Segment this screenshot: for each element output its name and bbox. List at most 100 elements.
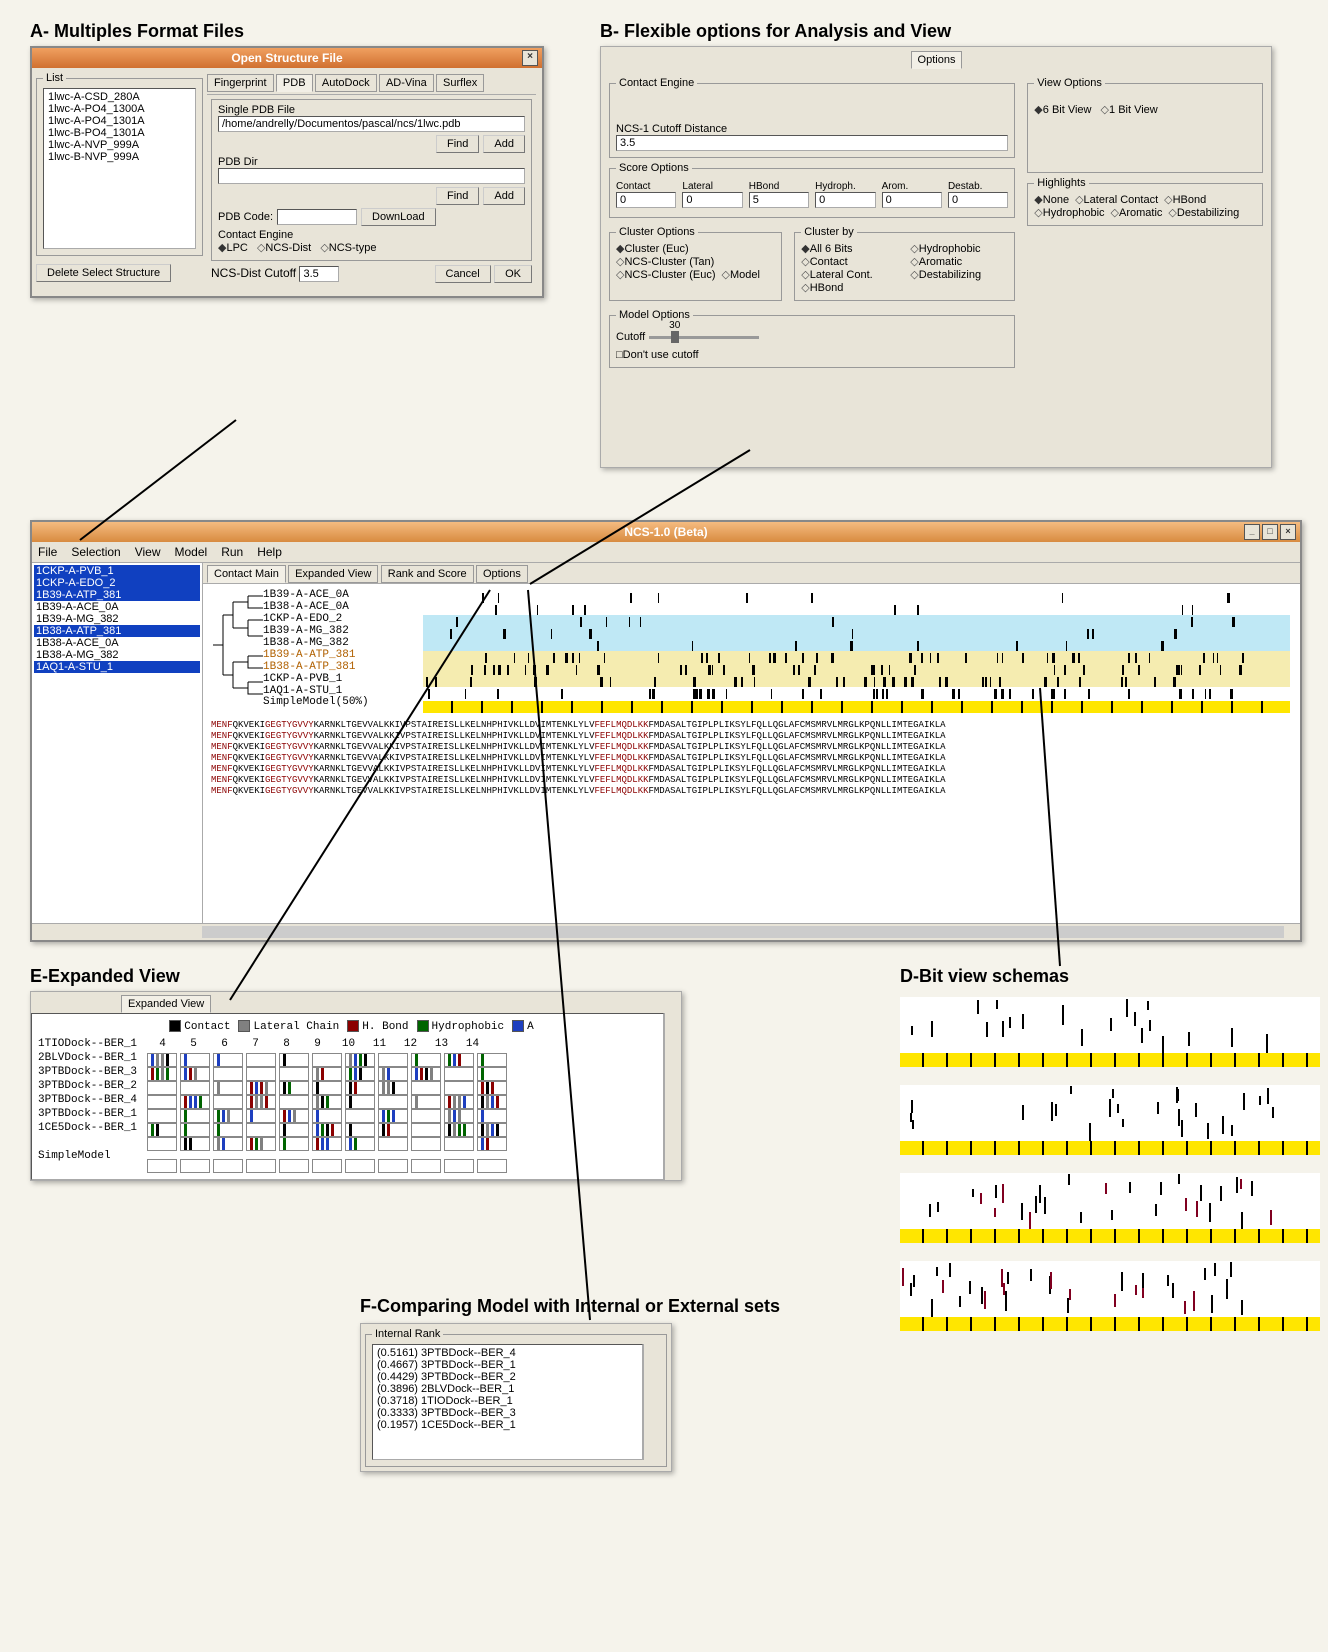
sidebar-item[interactable]: 1B38-A-ACE_0A xyxy=(34,637,200,649)
list-item[interactable]: 1lwc-B-NVP_999A xyxy=(46,151,193,163)
radio-cluster[interactable]: NCS-Cluster (Euc) xyxy=(616,268,716,281)
score-input-hydroph.[interactable] xyxy=(815,192,875,208)
radio-cluster[interactable]: NCS-Cluster (Tan) xyxy=(616,255,714,268)
structure-sidebar[interactable]: 1CKP-A-PVB_11CKP-A-EDO_21B39-A-ATP_3811B… xyxy=(32,563,203,923)
find-dir-button[interactable]: Find xyxy=(436,187,479,205)
rank-item[interactable]: (0.5161) 3PTBDock--BER_4 xyxy=(375,1347,640,1359)
sidebar-item[interactable]: 1B38-A-MG_382 xyxy=(34,649,200,661)
tab-options[interactable]: Options xyxy=(911,51,963,69)
score-input-destab.[interactable] xyxy=(948,192,1008,208)
menu-view[interactable]: View xyxy=(135,545,161,559)
menu-selection[interactable]: Selection xyxy=(71,545,120,559)
hscrollbar[interactable] xyxy=(202,926,1284,938)
score-input-arom.[interactable] xyxy=(882,192,942,208)
radio-ncstype[interactable]: NCS-type xyxy=(320,241,376,254)
rank-item[interactable]: (0.3718) 1TIODock--BER_1 xyxy=(375,1395,640,1407)
maximize-icon[interactable]: □ xyxy=(1262,524,1278,540)
rank-listbox[interactable]: (0.5161) 3PTBDock--BER_4(0.4667) 3PTBDoc… xyxy=(372,1344,643,1460)
hl-legend: Highlights xyxy=(1034,177,1088,189)
list-item[interactable]: 1lwc-B-PO4_1301A xyxy=(46,127,193,139)
tab-autodock[interactable]: AutoDock xyxy=(315,74,377,92)
rank-vscrollbar[interactable] xyxy=(643,1344,660,1460)
radio-1bit[interactable]: 1 Bit View xyxy=(1101,103,1158,116)
radio-clusterby[interactable]: Aromatic xyxy=(910,255,962,268)
add-single-button[interactable]: Add xyxy=(483,135,525,153)
radio-ncsdist[interactable]: NCS-Dist xyxy=(257,241,311,254)
ncs1-cutoff-input[interactable] xyxy=(616,135,1008,151)
score-input-lateral[interactable] xyxy=(682,192,742,208)
radio-highlight[interactable]: None xyxy=(1034,193,1069,206)
expanded-view-panel: Expanded View ContactLateral ChainH. Bon… xyxy=(30,991,682,1181)
tab-pdb[interactable]: PDB xyxy=(276,74,313,92)
tab-expanded-view[interactable]: Expanded View xyxy=(288,565,378,583)
radio-clusterby[interactable]: HBond xyxy=(801,281,843,294)
contact-engine-fieldset: Contact Engine NCS-1 Cutoff Distance xyxy=(609,77,1015,158)
radio-cluster[interactable]: Model xyxy=(722,268,760,281)
menu-run[interactable]: Run xyxy=(221,545,243,559)
window-titlebar: Open Structure File × xyxy=(32,48,542,68)
menu-file[interactable]: File xyxy=(38,545,57,559)
radio-highlight[interactable]: HBond xyxy=(1164,193,1206,206)
sidebar-item[interactable]: 1B39-A-ATP_381 xyxy=(34,589,200,601)
score-input-contact[interactable] xyxy=(616,192,676,208)
ok-button[interactable]: OK xyxy=(494,265,532,283)
list-item[interactable]: 1lwc-A-CSD_280A xyxy=(46,91,193,103)
dont-use-cutoff-check[interactable]: Don't use cutoff xyxy=(616,349,699,361)
radio-highlight[interactable]: Lateral Contact xyxy=(1075,193,1158,206)
main-titlebar: NCS-1.0 (Beta) _ □ × xyxy=(32,522,1300,542)
menu-help[interactable]: Help xyxy=(257,545,282,559)
pdbcode-input[interactable] xyxy=(277,209,357,225)
sidebar-item[interactable]: 1B39-A-MG_382 xyxy=(34,613,200,625)
radio-clusterby[interactable]: Lateral Cont. xyxy=(801,268,872,281)
menu-model[interactable]: Model xyxy=(175,545,208,559)
find-single-button[interactable]: Find xyxy=(436,135,479,153)
radio-clusterby[interactable]: Contact xyxy=(801,255,847,268)
tab-options-main[interactable]: Options xyxy=(476,565,528,583)
rank-item[interactable]: (0.3896) 2BLVDock--BER_1 xyxy=(375,1383,640,1395)
structure-listbox[interactable]: 1lwc-A-CSD_280A1lwc-A-PO4_1300A1lwc-A-PO… xyxy=(43,88,196,249)
radio-highlight[interactable]: Hydrophobic xyxy=(1034,206,1104,219)
radio-clusterby[interactable]: All 6 Bits xyxy=(801,242,852,255)
radio-highlight[interactable]: Destabilizing xyxy=(1168,206,1239,219)
single-pdb-input[interactable] xyxy=(218,116,525,132)
rank-item[interactable]: (0.3333) 3PTBDock--BER_3 xyxy=(375,1407,640,1419)
tab-ev[interactable]: Expanded View xyxy=(121,995,211,1013)
score-label: Hydroph. xyxy=(815,181,875,192)
score-input-hbond[interactable] xyxy=(749,192,809,208)
radio-clusterby[interactable]: Destabilizing xyxy=(910,268,981,281)
sidebar-item[interactable]: 1CKP-A-EDO_2 xyxy=(34,577,200,589)
cancel-button[interactable]: Cancel xyxy=(435,265,491,283)
close-main-icon[interactable]: × xyxy=(1280,524,1296,540)
download-button[interactable]: DownLoad xyxy=(361,208,436,226)
cutoff-input[interactable] xyxy=(299,266,339,282)
rank-item[interactable]: (0.4429) 3PTBDock--BER_2 xyxy=(375,1371,640,1383)
delete-structure-button[interactable]: Delete Select Structure xyxy=(36,264,171,282)
cutoff-slider[interactable]: 30 xyxy=(649,328,759,346)
radio-cluster[interactable]: Cluster (Euc) xyxy=(616,242,689,255)
radio-6bit[interactable]: 6 Bit View xyxy=(1034,103,1091,116)
tab-surflex[interactable]: Surflex xyxy=(436,74,484,92)
list-item[interactable]: 1lwc-A-NVP_999A xyxy=(46,139,193,151)
radio-highlight[interactable]: Aromatic xyxy=(1111,206,1163,219)
sidebar-item[interactable]: 1CKP-A-PVB_1 xyxy=(34,565,200,577)
list-item[interactable]: 1lwc-A-PO4_1300A xyxy=(46,103,193,115)
sidebar-item[interactable]: 1AQ1-A-STU_1 xyxy=(34,661,200,673)
tab-advina[interactable]: AD-Vina xyxy=(379,74,434,92)
pdbdir-input[interactable] xyxy=(218,168,525,184)
internal-rank-legend: Internal Rank xyxy=(372,1328,443,1340)
rank-item[interactable]: (0.4667) 3PTBDock--BER_1 xyxy=(375,1359,640,1371)
rank-item[interactable]: (0.1957) 1CE5Dock--BER_1 xyxy=(375,1419,640,1431)
list-item[interactable]: 1lwc-A-PO4_1301A xyxy=(46,115,193,127)
add-dir-button[interactable]: Add xyxy=(483,187,525,205)
tab-rank-score[interactable]: Rank and Score xyxy=(381,565,474,583)
sidebar-item[interactable]: 1B38-A-ATP_381 xyxy=(34,625,200,637)
close-icon[interactable]: × xyxy=(522,50,538,66)
tab-contact-main[interactable]: Contact Main xyxy=(207,565,286,583)
col-header: 7 xyxy=(240,1037,271,1051)
tab-fingerprint[interactable]: Fingerprint xyxy=(207,74,274,92)
radio-clusterby[interactable]: Hydrophobic xyxy=(910,242,980,255)
sidebar-item[interactable]: 1B39-A-ACE_0A xyxy=(34,601,200,613)
radio-lpc[interactable]: LPC xyxy=(218,241,248,254)
minimize-icon[interactable]: _ xyxy=(1244,524,1260,540)
ev-vscrollbar[interactable] xyxy=(664,1013,681,1180)
